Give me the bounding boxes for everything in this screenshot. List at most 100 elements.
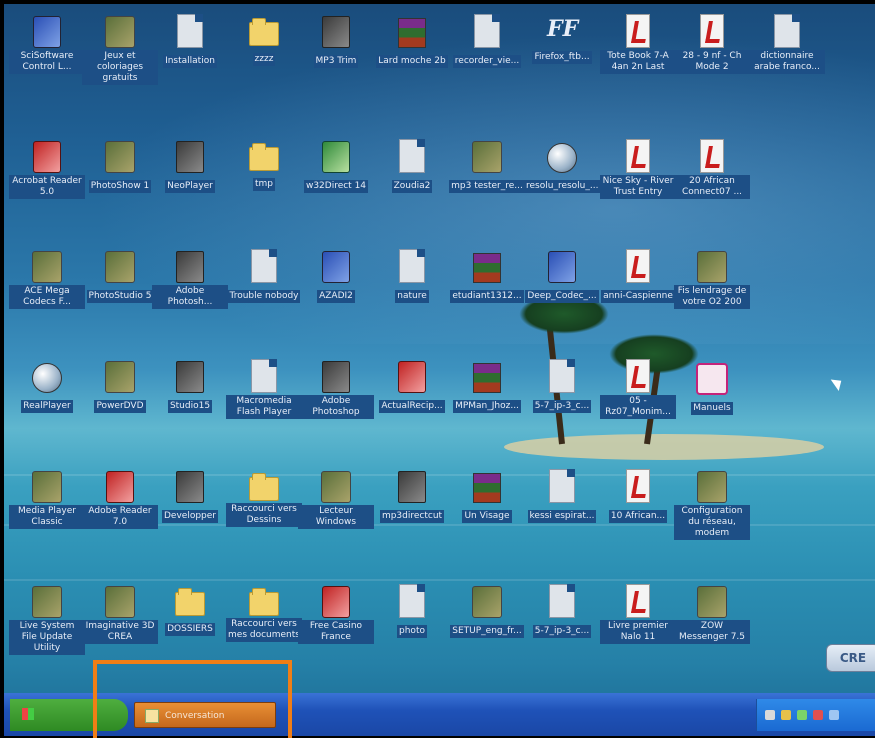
desktop-icon[interactable]: Installation — [152, 14, 228, 68]
desktop-icon-label: zzzz — [252, 53, 276, 66]
page-icon — [399, 139, 425, 173]
desktop-icon[interactable]: Macromedia Flash Player — [226, 359, 302, 419]
desktop-icon[interactable]: Fis lendrage de votre O2 200 — [674, 249, 750, 309]
desktop-icon[interactable]: Studio15 — [152, 359, 228, 413]
desktop-icon[interactable]: Lard moche 2b — [374, 14, 450, 68]
desktop-icon[interactable]: 10 African... — [600, 469, 676, 523]
desktop-icon-label: Raccourci vers Dessins — [226, 503, 302, 527]
tray-network-icon[interactable] — [765, 710, 775, 720]
desktop-icon[interactable]: PhotoShow 1 — [82, 139, 158, 193]
desktop-icon[interactable]: resolu_resolu_... — [524, 139, 601, 193]
pink-icon — [696, 363, 728, 395]
pdf-icon — [700, 139, 724, 173]
desktop-icon[interactable]: anni-Caspienne — [600, 249, 676, 303]
desktop-icon[interactable]: Jeux et coloriages gratuits — [82, 14, 158, 85]
round-icon — [32, 363, 62, 393]
desktop-icon[interactable]: SciSoftware Control L... — [9, 14, 85, 74]
desktop-icon-label: Zoudia2 — [391, 180, 433, 193]
desktop-icon[interactable]: 5-7_ip-3_c... — [524, 584, 600, 638]
desktop-icon[interactable]: PowerDVD — [82, 359, 158, 413]
rar-icon — [473, 363, 501, 393]
desktop-icon[interactable]: Deep_Codec_... — [524, 249, 600, 303]
desktop-icon[interactable]: ZOW Messenger 7.5 — [674, 584, 750, 644]
desktop-icon[interactable]: AZADI2 — [298, 249, 374, 303]
desktop-icon-label: SETUP_eng_fr... — [450, 625, 524, 638]
desktop-icon-label: kessi espirat... — [527, 510, 597, 523]
desktop-icon-label: Free Casino France — [298, 620, 374, 644]
pdf-icon — [626, 14, 650, 48]
desktop-icon[interactable]: mp3directcut — [374, 469, 450, 523]
desktop-icon[interactable]: Adobe Reader 7.0 — [82, 469, 158, 529]
desktop-icon[interactable]: Raccourci vers Dessins — [226, 469, 302, 527]
desktop-icon[interactable]: DOSSIERS — [152, 584, 228, 636]
desktop-icon[interactable]: Free Casino France — [298, 584, 374, 644]
desktop-icon-label: anni-Caspienne — [601, 290, 675, 303]
desktop-icon[interactable]: Acrobat Reader 5.0 — [9, 139, 85, 199]
desktop-icon[interactable]: NeoPlayer — [152, 139, 228, 193]
tray-volume-icon[interactable] — [781, 710, 791, 720]
desktop-icon[interactable]: recorder_vie... — [449, 14, 525, 68]
desktop-icon-label: Nice Sky - River Trust Entry — [600, 175, 676, 199]
desktop-icon[interactable]: SETUP_eng_fr... — [449, 584, 525, 638]
desktop-icon[interactable]: Media Player Classic — [9, 469, 85, 529]
desktop-icon[interactable]: Raccourci vers mes documents — [226, 584, 302, 642]
desktop-icon-label: tmp — [252, 178, 275, 191]
desktop-icon[interactable]: ActualRecip... — [374, 359, 450, 413]
desktop-icon[interactable]: 05 - Rz07_Monim... — [600, 359, 676, 419]
desktop-icon[interactable]: Adobe Photosh... — [152, 249, 228, 309]
desktop-icon[interactable]: PhotoStudio 5 — [82, 249, 158, 303]
desktop-icon[interactable]: zzzz — [226, 14, 302, 66]
desktop-icon-label: Adobe Photoshop — [298, 395, 374, 419]
desktop-icon[interactable]: Configuration du réseau, modem — [674, 469, 750, 540]
desktop-icon[interactable]: MP3 Trim — [298, 14, 374, 68]
desktop-icon[interactable]: FF Firefox_ftb... — [524, 14, 600, 64]
app-icon — [176, 361, 204, 393]
desktop-icon-label: Livre premier Nalo 11 — [600, 620, 676, 644]
desktop-icon-label: Lard moche 2b — [376, 55, 448, 68]
desktop-icon[interactable]: dictionnaire arabe franco... — [749, 14, 825, 74]
desktop-icon[interactable]: Developper — [152, 469, 228, 523]
desktop-icon[interactable]: 5-7_ip-3_c... — [524, 359, 600, 413]
desktop-icon[interactable]: 20 African Connect07 ... — [674, 139, 750, 199]
desktop-icon[interactable]: Adobe Photoshop — [298, 359, 374, 419]
desktop-icon[interactable]: Trouble nobody — [226, 249, 302, 303]
desktop-icon[interactable]: Zoudia2 — [374, 139, 450, 193]
desktop-icon[interactable]: RealPlayer — [9, 359, 85, 413]
desktop-icon[interactable]: 28 - 9 nf - Ch Mode 2 — [674, 14, 750, 74]
desktop-icon[interactable]: nature — [374, 249, 450, 303]
desktop-icon-label: Firefox_ftb... — [532, 51, 592, 64]
desktop-icon-label: Acrobat Reader 5.0 — [9, 175, 85, 199]
desktop-icon-label: 10 African... — [608, 510, 668, 523]
exe-icon — [697, 251, 727, 283]
desktop-icon-label: Lecteur Windows — [298, 505, 374, 529]
desktop-icon[interactable]: Manuels — [674, 359, 750, 415]
tray-antivirus-icon[interactable] — [813, 710, 823, 720]
desktop-icon[interactable]: Imaginative 3D CREA — [82, 584, 158, 644]
desktop-icon[interactable]: Livre premier Nalo 11 — [600, 584, 676, 644]
pdf-icon — [626, 359, 650, 393]
desktop-icon[interactable]: mp3 tester_re... — [449, 139, 525, 193]
desktop-icon[interactable]: Lecteur Windows — [298, 469, 374, 529]
tray-security-icon[interactable] — [797, 710, 807, 720]
desktop-icon[interactable]: w32Direct 14 — [298, 139, 374, 193]
green-app-icon — [322, 141, 350, 173]
app-icon — [176, 141, 204, 173]
cre-button[interactable]: CRE — [826, 644, 875, 672]
red-app-icon — [322, 586, 350, 618]
desktop-icon[interactable]: photo — [374, 584, 450, 638]
desktop-icon-label: NeoPlayer — [165, 180, 215, 193]
desktop-icon[interactable]: ACE Mega Codecs F... — [9, 249, 85, 309]
desktop-icon[interactable]: Un Visage — [449, 469, 525, 523]
desktop-icon[interactable]: kessi espirat... — [524, 469, 600, 523]
desktop-icon-label: Imaginative 3D CREA — [82, 620, 158, 644]
desktop-icon[interactable]: Tote Book 7-A 4an 2n Last — [600, 14, 676, 74]
ff-icon: FF — [547, 16, 579, 42]
desktop-icon[interactable]: Live System File Update Utility — [9, 584, 85, 655]
desktop-icon[interactable]: etudiant1312... — [449, 249, 525, 303]
pdf-icon — [700, 14, 724, 48]
desktop-icon[interactable]: MPMan_Jhoz... — [449, 359, 525, 413]
desktop-icon[interactable]: Nice Sky - River Trust Entry — [600, 139, 676, 199]
desktop-icon-label: MPMan_Jhoz... — [453, 400, 521, 413]
desktop-icon[interactable]: tmp — [226, 139, 302, 191]
tray-app-icon[interactable] — [829, 710, 839, 720]
